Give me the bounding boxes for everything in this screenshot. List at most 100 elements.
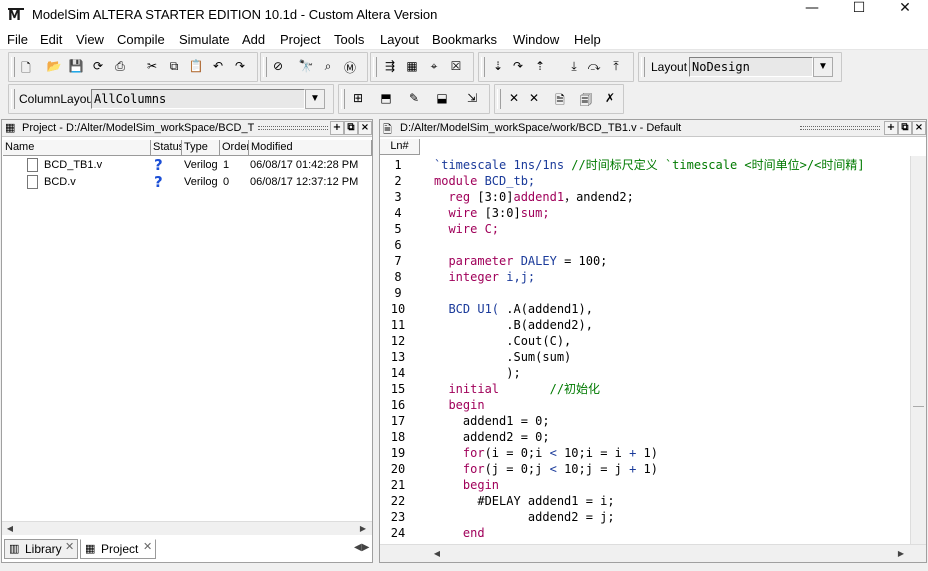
toolbar-grip[interactable] bbox=[11, 57, 15, 77]
menu-layout[interactable]: Layout bbox=[380, 32, 419, 47]
code-line[interactable]: 13 .Sum(sum) bbox=[380, 349, 910, 365]
code-line[interactable]: 8 integer i,j; bbox=[380, 269, 910, 285]
menu-compile[interactable]: Compile bbox=[117, 32, 165, 47]
code-line[interactable]: 7 parameter DALEY = 100; bbox=[380, 253, 910, 269]
step-over-2-icon[interactable]: ⤼ bbox=[585, 59, 603, 77]
column-header-type[interactable]: Type bbox=[182, 140, 220, 156]
code-line[interactable]: 9 bbox=[380, 285, 910, 301]
break-sim-icon[interactable]: ☒ bbox=[447, 59, 465, 77]
panel-drag-handle[interactable] bbox=[258, 126, 328, 130]
panel-undock-icon[interactable]: ⧉ bbox=[344, 121, 358, 135]
code-line[interactable]: 17 addend1 = 0; bbox=[380, 413, 910, 429]
column-header-modified[interactable]: Modified bbox=[249, 140, 372, 156]
new-file-icon[interactable]: 🗋 bbox=[17, 59, 35, 77]
undo-icon[interactable]: ↶ bbox=[209, 59, 227, 77]
code-line[interactable]: 20 for(j = 0;j < 10;j = j + 1) bbox=[380, 461, 910, 477]
menu-add[interactable]: Add bbox=[242, 32, 265, 47]
project-horizontal-scrollbar[interactable]: ◀ ▶ bbox=[2, 521, 372, 535]
layout-dropdown-icon[interactable]: ▼ bbox=[813, 57, 833, 77]
find-icon[interactable]: 🔭 bbox=[297, 59, 315, 77]
step-over-icon[interactable]: ↷ bbox=[509, 59, 527, 77]
scroll-left-icon[interactable]: ◀ bbox=[3, 523, 17, 535]
step-out-icon[interactable]: ⇡ bbox=[531, 59, 549, 77]
editor-vertical-scrollbar[interactable] bbox=[910, 156, 926, 544]
menu-file[interactable]: File bbox=[7, 32, 28, 47]
project-compile-icon[interactable]: ⇲ bbox=[463, 91, 481, 109]
minimize-button[interactable]: — bbox=[789, 0, 835, 30]
panel-close-icon[interactable]: × bbox=[358, 121, 372, 135]
code-line[interactable]: 15 initial //初始化 bbox=[380, 381, 910, 397]
file-row[interactable]: BCD_TB1.v ? Verilog 1 06/08/17 01:42:28 … bbox=[22, 157, 372, 174]
paste-icon[interactable]: 📋 bbox=[187, 59, 205, 77]
find-text-icon[interactable]: ⌕ bbox=[319, 59, 337, 77]
add-to-project-icon[interactable]: ⊞ bbox=[349, 91, 367, 109]
scroll-left-icon[interactable]: ◀ bbox=[430, 548, 444, 560]
print-icon[interactable]: ⎙ bbox=[111, 59, 129, 77]
panel-close-icon[interactable]: × bbox=[912, 121, 926, 135]
document-icon[interactable]: 🗎 bbox=[551, 91, 569, 109]
code-line[interactable]: 3 reg [3:0]addend1，andend2; bbox=[380, 189, 910, 205]
toolbar-grip[interactable] bbox=[497, 89, 501, 109]
compile-all-icon[interactable]: ▦ bbox=[403, 59, 421, 77]
code-area[interactable]: 1 `timescale 1ns/1ns //时间标尺定义 `timescale … bbox=[380, 157, 910, 541]
clear-all-marks-icon[interactable]: ✕ bbox=[525, 91, 543, 109]
clear-marks-icon[interactable]: ✕ bbox=[505, 91, 523, 109]
code-line[interactable]: 1 `timescale 1ns/1ns //时间标尺定义 `timescale … bbox=[380, 157, 910, 173]
menu-edit[interactable]: Edit bbox=[40, 32, 62, 47]
redo-icon[interactable]: ↷ bbox=[231, 59, 249, 77]
menu-help[interactable]: Help bbox=[574, 32, 601, 47]
layout-select[interactable]: NoDesign bbox=[689, 57, 813, 77]
menu-view[interactable]: View bbox=[76, 32, 104, 47]
document-settings-icon[interactable]: 🗐 bbox=[577, 91, 595, 109]
step-up-icon[interactable]: ⤒ bbox=[607, 59, 625, 77]
scroll-thumb-edge[interactable] bbox=[913, 406, 924, 407]
toolbar-grip[interactable] bbox=[373, 57, 377, 77]
column-layout-dropdown-icon[interactable]: ▼ bbox=[305, 89, 325, 109]
toolbar-grip[interactable] bbox=[11, 89, 15, 109]
column-layout-select[interactable]: AllColumns bbox=[91, 89, 305, 109]
save-icon[interactable]: 💾 bbox=[67, 59, 85, 77]
editor-horizontal-scrollbar[interactable]: ◀ ▶ bbox=[380, 544, 926, 562]
code-line[interactable]: 18 addend2 = 0; bbox=[380, 429, 910, 445]
maximize-button[interactable]: ☐ bbox=[836, 0, 882, 30]
code-line[interactable]: 22 #DELAY addend1 = i; bbox=[380, 493, 910, 509]
code-line[interactable]: 5 wire C; bbox=[380, 221, 910, 237]
toolbar-grip[interactable] bbox=[641, 57, 645, 77]
step-into-icon[interactable]: ⇣ bbox=[489, 59, 507, 77]
code-line[interactable]: 11 .B(addend2), bbox=[380, 317, 910, 333]
code-line[interactable]: 14 ); bbox=[380, 365, 910, 381]
reload-icon[interactable]: ⟳ bbox=[89, 59, 107, 77]
menu-tools[interactable]: Tools bbox=[334, 32, 364, 47]
code-line[interactable]: 4 wire [3:0]sum; bbox=[380, 205, 910, 221]
simulate-icon[interactable]: ⌖ bbox=[425, 59, 443, 77]
toolbar-grip[interactable] bbox=[341, 89, 345, 109]
code-line[interactable]: 19 for(i = 0;i < 10;i = i + 1) bbox=[380, 445, 910, 461]
column-header-order[interactable]: Order bbox=[220, 140, 249, 156]
tab-scroll-icon[interactable]: ◀▶ bbox=[354, 542, 369, 553]
code-line[interactable]: 23 addend2 = j; bbox=[380, 509, 910, 525]
toolbar-grip[interactable] bbox=[481, 57, 485, 77]
code-line[interactable]: 10 BCD U1( .A(addend1), bbox=[380, 301, 910, 317]
project-edit-icon[interactable]: ✎ bbox=[405, 91, 423, 109]
scroll-right-icon[interactable]: ▶ bbox=[356, 523, 370, 535]
menu-bookmarks[interactable]: Bookmarks bbox=[432, 32, 497, 47]
tab-close-icon[interactable]: ✕ bbox=[65, 540, 74, 553]
tab-library[interactable]: ▥ Library ✕ bbox=[4, 539, 78, 559]
cut-icon[interactable]: ✂ bbox=[143, 59, 161, 77]
toolbar-grip[interactable] bbox=[263, 57, 267, 77]
column-header-name[interactable]: Name bbox=[3, 140, 151, 156]
menu-window[interactable]: Window bbox=[513, 32, 559, 47]
project-settings-icon[interactable]: ⬓ bbox=[433, 91, 451, 109]
modelsim-icon[interactable]: Ⓜ bbox=[341, 59, 359, 77]
step-down-icon[interactable]: ⤓ bbox=[565, 59, 583, 77]
tab-project[interactable]: ▦ Project ✕ bbox=[80, 539, 156, 559]
open-folder-icon[interactable]: 📂 bbox=[45, 59, 63, 77]
project-new-icon[interactable]: ⬒ bbox=[377, 91, 395, 109]
break-icon[interactable]: ⊘ bbox=[269, 59, 287, 77]
delete-icon[interactable]: ✗ bbox=[601, 91, 619, 109]
panel-undock-icon[interactable]: ⧉ bbox=[898, 121, 912, 135]
close-button[interactable]: ✕ bbox=[882, 0, 928, 30]
scroll-right-icon[interactable]: ▶ bbox=[894, 548, 908, 560]
compile-icon[interactable]: ⇶ bbox=[381, 59, 399, 77]
file-row[interactable]: BCD.v ? Verilog 0 06/08/17 12:37:12 PM bbox=[22, 174, 372, 191]
